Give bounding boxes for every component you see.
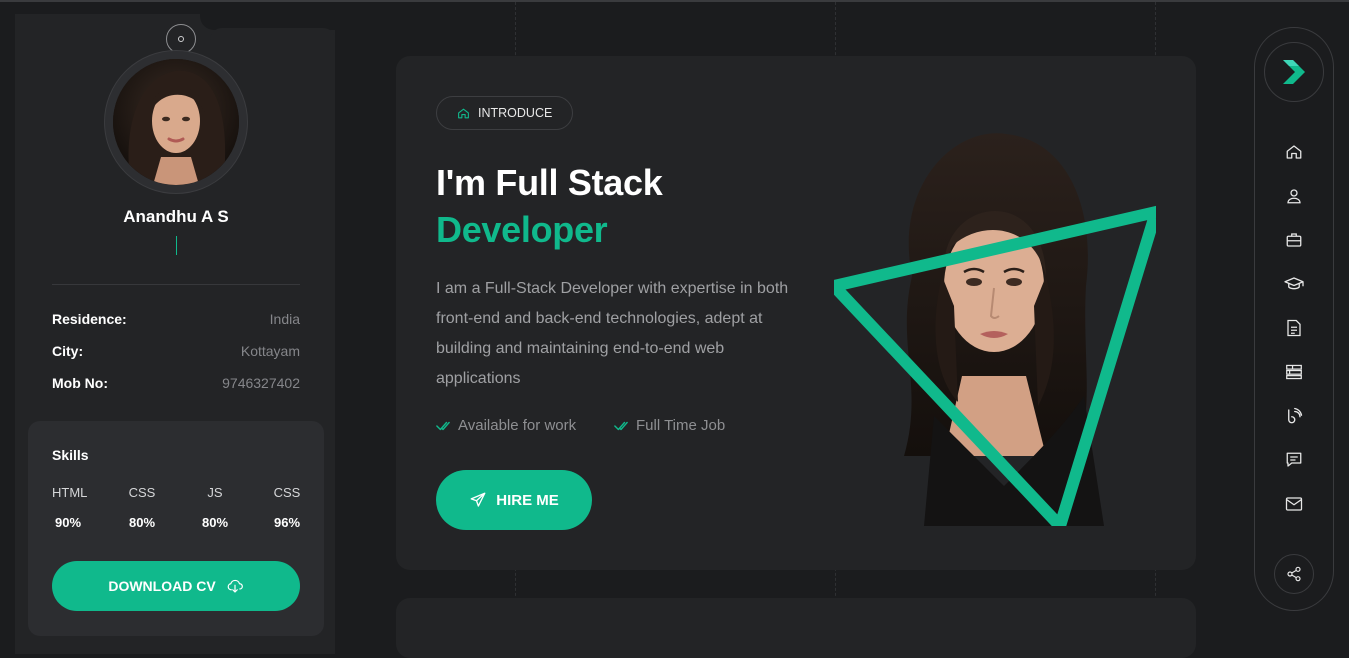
double-check-icon: [614, 421, 628, 430]
info-label: Mob No:: [52, 375, 108, 391]
document-icon: [1287, 319, 1301, 337]
skill-item: JS 80%: [199, 485, 231, 530]
mail-icon: [1285, 497, 1303, 511]
skill-percent: 80%: [201, 515, 229, 530]
download-cv-button[interactable]: DOWNLOAD CV: [52, 561, 300, 611]
hero-title-highlight: Developer: [436, 209, 608, 250]
hero-description: I am a Full-Stack Developer with experti…: [436, 280, 789, 387]
info-value: Kottayam: [240, 343, 300, 359]
blog-icon: [1288, 407, 1303, 424]
typing-cursor: [176, 236, 177, 255]
hire-me-button[interactable]: HIRE ME: [436, 470, 592, 530]
nav-home[interactable]: [1283, 141, 1305, 163]
badge-label: INTRODUCE: [478, 106, 553, 120]
briefcase-icon: [1286, 233, 1302, 247]
nav-documents[interactable]: [1283, 317, 1305, 339]
hire-me-label: HIRE ME: [496, 491, 559, 509]
skill-name: HTML: [52, 485, 88, 500]
skill-name: CSS: [128, 485, 156, 500]
introduce-badge: INTRODUCE: [436, 96, 574, 130]
skill-item: CSS 80%: [126, 485, 158, 530]
chevron-logo-icon: [1283, 60, 1305, 84]
nav-blog[interactable]: [1283, 405, 1305, 427]
avatar: [113, 59, 239, 185]
info-row-mobile: Mob No: 9746327402: [52, 375, 300, 391]
hero-title: I'm Full Stack: [436, 162, 663, 203]
skill-percent: 96%: [273, 515, 301, 530]
skills-panel: Skills HTML 90% CSS 80% JS 80% CSS 96% D…: [28, 421, 324, 636]
info-value: 9746327402: [222, 375, 300, 391]
cloud-download-icon: [227, 579, 243, 593]
logo[interactable]: [1264, 42, 1324, 102]
send-icon: [470, 492, 486, 507]
info-label: Residence:: [52, 311, 127, 327]
nav-education[interactable]: [1283, 273, 1305, 295]
skills-title: Skills: [52, 447, 89, 463]
check-label: Available for work: [458, 417, 577, 434]
avatar-portrait: [113, 59, 239, 185]
download-cv-label: DOWNLOAD CV: [108, 578, 216, 594]
divider: [52, 284, 300, 285]
info-row-residence: Residence: India: [52, 311, 300, 327]
nav-contact[interactable]: [1283, 493, 1305, 515]
double-check-icon: [436, 421, 450, 430]
user-icon: [1287, 189, 1301, 204]
skill-percent: 90%: [54, 515, 82, 530]
profile-name: Anandhu A S: [123, 207, 229, 226]
info-value: India: [269, 311, 300, 327]
nav-testimonials[interactable]: [1283, 449, 1305, 471]
skill-name: CSS: [273, 485, 301, 500]
check-item: Full Time Job: [614, 417, 725, 434]
share-button[interactable]: [1274, 554, 1314, 594]
hero-card: INTRODUCE I'm Full Stack Developer I am …: [396, 56, 1196, 570]
home-icon: [1286, 145, 1302, 159]
profile-card-notch: [200, 2, 335, 30]
info-row-city: City: Kottayam: [52, 343, 300, 359]
skill-item: HTML 90%: [52, 485, 88, 530]
nav-about[interactable]: [1283, 185, 1305, 207]
skill-item: CSS 96%: [271, 485, 303, 530]
circle-icon: [178, 36, 184, 42]
skill-percent: 80%: [128, 515, 156, 530]
nav-resume[interactable]: [1283, 229, 1305, 251]
profile-card-notch-edge: [210, 28, 335, 48]
hero-portrait: [834, 133, 1156, 526]
home-icon: [458, 108, 469, 118]
check-item: Available for work: [436, 417, 576, 434]
chat-icon: [1286, 452, 1302, 467]
next-section-card: [396, 598, 1196, 658]
share-icon: [1287, 566, 1301, 582]
info-label: City:: [52, 343, 84, 359]
nav-services[interactable]: [1283, 361, 1305, 383]
graduation-cap-icon: [1284, 277, 1304, 290]
skill-name: JS: [207, 485, 223, 500]
check-label: Full Time Job: [636, 417, 726, 434]
services-icon: [1286, 364, 1302, 380]
